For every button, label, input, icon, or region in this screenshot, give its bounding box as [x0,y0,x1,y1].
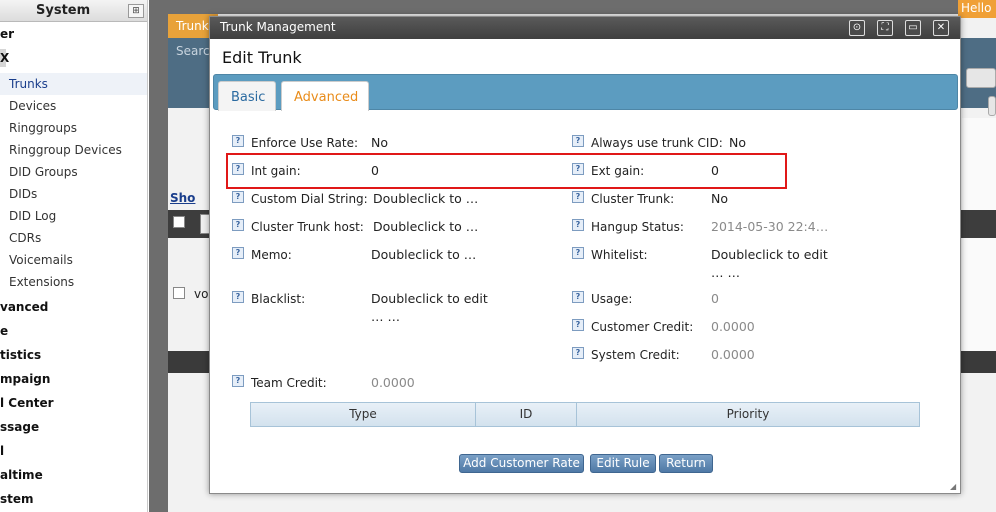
always-use-trunk-cid-label: Always use trunk CID: [591,136,723,150]
sidebar-item-l[interactable]: l [0,444,4,458]
dialog-title: Trunk Management [220,20,336,34]
sidebar-item-campaign[interactable]: mpaign [0,372,50,386]
sidebar-item-user[interactable]: er [0,27,14,41]
help-icon[interactable]: ? [232,291,244,303]
background-show-link: Sho [170,191,196,205]
dialog-heading: Edit Trunk [222,48,302,67]
sidebar-item-call-center[interactable]: l Center [0,396,54,410]
sidebar-item-dids[interactable]: DIDs [9,187,37,201]
whitelist-value[interactable]: Doubleclick to edit [711,247,828,262]
sidebar-item-statistics[interactable]: tistics [0,348,41,362]
blacklist-value[interactable]: Doubleclick to edit [371,291,488,306]
system-credit-label: System Credit: [591,348,680,362]
gain-highlight-box [226,153,787,189]
help-icon[interactable]: ? [572,347,584,359]
custom-dial-string-label: Custom Dial String: [251,192,368,206]
cluster-trunk-host-value[interactable]: Doubleclick to … [373,219,478,234]
cluster-trunk-label: Cluster Trunk: [591,192,675,206]
help-icon[interactable]: ? [572,291,584,303]
system-credit-value: 0.0000 [711,347,755,362]
sidebar-item-cdrs[interactable]: CDRs [9,231,41,245]
sidebar-item-system[interactable]: stem [0,492,34,506]
return-button[interactable]: Return [659,454,713,473]
sidebar-item-voicemails[interactable]: Voicemails [9,253,73,267]
sidebar-item-message[interactable]: ssage [0,420,39,434]
sidebar-item-ringgroups[interactable]: Ringgroups [9,121,77,135]
background-button [988,96,996,116]
sidebar-item-realtime[interactable]: altime [0,468,43,482]
minimize-icon[interactable]: ▭ [905,20,921,36]
help-icon[interactable]: ? [572,219,584,231]
help-icon[interactable]: ? [572,319,584,331]
hello-badge: Hello a [958,0,996,18]
background-search-label: Searc [176,44,210,58]
cluster-trunk-value[interactable]: No [711,191,728,206]
sidebar-item-e[interactable]: e [0,324,8,338]
sidebar-item-pbx[interactable]: X [0,51,9,65]
add-customer-rate-button[interactable]: Add Customer Rate [459,454,584,473]
help-icon[interactable]: ? [572,247,584,259]
cluster-trunk-host-label: Cluster Trunk host: [251,220,364,234]
whitelist-value-more: … … [711,265,740,280]
blacklist-value-more: … … [371,309,400,324]
pin-icon[interactable]: ⊞ [128,4,144,18]
sidebar-item-extensions[interactable]: Extensions [9,275,74,289]
hangup-status-value: 2014-05-30 22:4… [711,219,829,234]
background-button [966,68,996,88]
sidebar: System ⊞ er X Trunks Devices Ringgroups … [0,0,148,512]
always-use-trunk-cid-value[interactable]: No [729,135,746,150]
help-icon[interactable]: ? [572,191,584,203]
sidebar-header: System ⊞ [0,0,147,22]
team-credit-label: Team Credit: [251,376,327,390]
memo-label: Memo: [251,248,292,262]
sidebar-item-advanced[interactable]: vanced [0,300,48,314]
tab-basic[interactable]: Basic [218,81,276,111]
background-row-checkbox [173,287,185,299]
blacklist-label: Blacklist: [251,292,306,306]
enforce-use-rate-value[interactable]: No [371,135,388,150]
tab-advanced[interactable]: Advanced [281,81,369,111]
customer-credit-label: Customer Credit: [591,320,694,334]
help-icon[interactable]: ? [232,247,244,259]
help-icon[interactable]: ? [232,191,244,203]
column-header-priority[interactable]: Priority [577,403,919,426]
team-credit-value: 0.0000 [371,375,415,390]
column-header-id[interactable]: ID [476,403,577,426]
usage-label: Usage: [591,292,633,306]
help-icon[interactable]: ? [232,219,244,231]
help-icon[interactable]: ? [232,375,244,387]
custom-dial-string-value[interactable]: Doubleclick to … [373,191,478,206]
close-icon[interactable]: ✕ [933,20,949,36]
dialog-titlebar[interactable]: Trunk Management ⊙ ⛶ ▭ ✕ [210,17,960,39]
sidebar-item-trunks[interactable]: Trunks [9,77,48,91]
help-icon[interactable]: ? [232,135,244,147]
rate-table-header: Type ID Priority [250,402,920,427]
customer-credit-value: 0.0000 [711,319,755,334]
edit-rule-button[interactable]: Edit Rule [590,454,656,473]
sidebar-item-did-log[interactable]: DID Log [9,209,56,223]
hangup-status-label: Hangup Status: [591,220,684,234]
memo-value[interactable]: Doubleclick to … [371,247,476,262]
sidebar-title: System [36,3,91,18]
sidebar-item-devices[interactable]: Devices [9,99,56,113]
enforce-use-rate-label: Enforce Use Rate: [251,136,359,150]
trunk-management-dialog: Trunk Management ⊙ ⛶ ▭ ✕ Edit Trunk Basi… [209,16,961,494]
column-header-type[interactable]: Type [251,403,476,426]
resize-grip-icon[interactable]: ◢ [950,483,958,491]
sidebar-item-did-groups[interactable]: DID Groups [9,165,78,179]
maximize-icon[interactable]: ⛶ [877,20,893,36]
sidebar-item-ringgroup-devices[interactable]: Ringgroup Devices [9,143,122,157]
tab-bar: Basic Advanced [213,74,958,111]
background-checkbox [173,216,185,228]
restore-icon[interactable]: ⊙ [849,20,865,36]
whitelist-label: Whitelist: [591,248,648,262]
usage-value: 0 [711,291,719,306]
help-icon[interactable]: ? [572,135,584,147]
